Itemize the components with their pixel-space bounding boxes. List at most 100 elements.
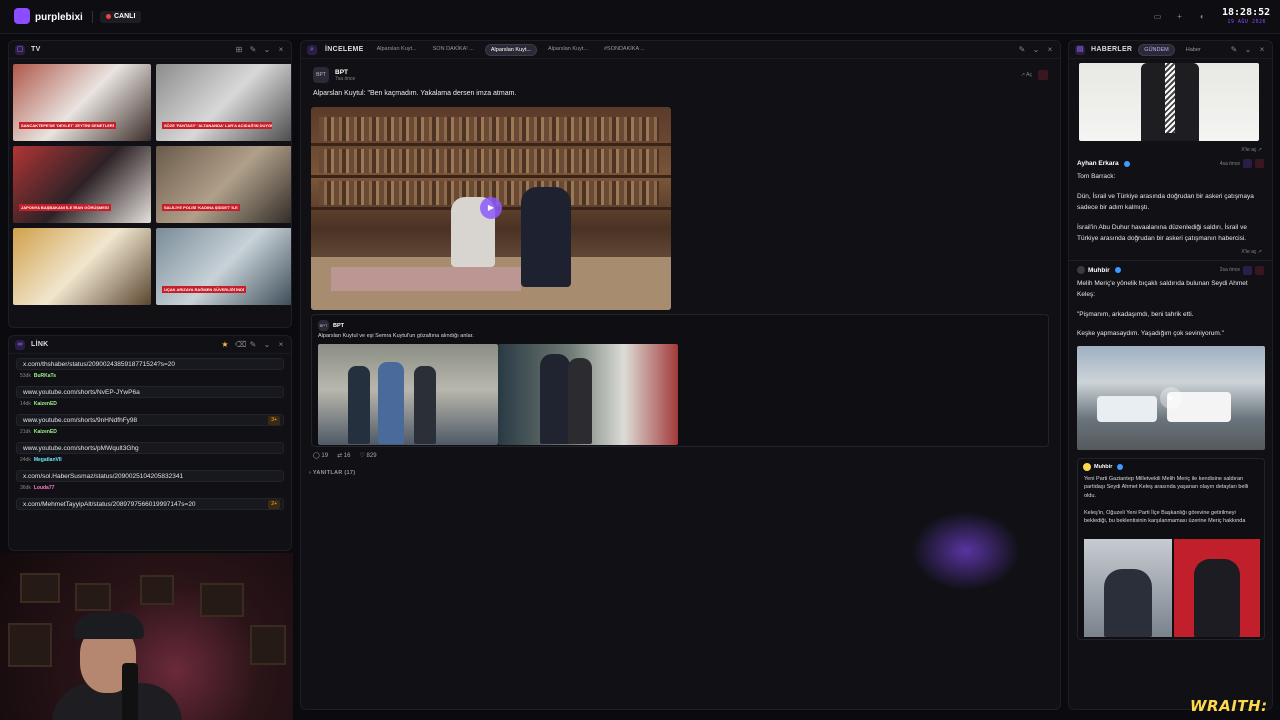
news-video[interactable]: ▶: [1077, 345, 1265, 450]
link-user[interactable]: MegatlanVII: [34, 457, 62, 463]
comment-stat[interactable]: ◯ 19: [313, 452, 328, 459]
quoted-post[interactable]: BPT BPT Alparslan Kuytul ve eşi Semra Ku…: [311, 314, 1049, 447]
window-icon[interactable]: ▭: [1150, 10, 1165, 24]
play-icon[interactable]: ▶: [480, 197, 502, 219]
chevron-down-icon[interactable]: ⌄: [1032, 45, 1040, 54]
close-icon[interactable]: ×: [277, 45, 285, 54]
quote-image-left[interactable]: [318, 344, 498, 445]
tv-channel-tile[interactable]: SANCAKTEPE'DE 'DEVLET' ZEYTİNİ SENETLERİ: [13, 64, 151, 141]
flag-icon[interactable]: [1255, 265, 1264, 275]
person: [1104, 568, 1152, 637]
x-open-link[interactable]: X'te aç ↗: [1069, 147, 1272, 153]
news-image-top[interactable]: [1079, 63, 1259, 141]
close-icon[interactable]: ×: [1258, 45, 1266, 54]
edit-icon[interactable]: ✎: [249, 340, 257, 349]
replies-toggle[interactable]: › YANITLAR (17): [309, 470, 355, 476]
news-author[interactable]: Muhbir: [1088, 267, 1110, 274]
chevron-down-icon[interactable]: ⌄: [1244, 45, 1252, 54]
edit-icon[interactable]: ✎: [249, 45, 257, 54]
open-link[interactable]: ↗ Aç: [1021, 72, 1032, 78]
link-panel-header: ∞ LİNK ★ ⌫ ✎ ⌄ ×: [9, 336, 291, 354]
chevron-down-icon[interactable]: ⌄: [263, 340, 271, 349]
play-icon[interactable]: ▶: [1160, 386, 1182, 409]
link-item[interactable]: x.com/thshaber/status/209002438591877152…: [16, 358, 284, 379]
plus-icon[interactable]: +: [1172, 10, 1187, 24]
link-url[interactable]: x.com/sol.HaberSusmaz/status/20900251042…: [16, 470, 284, 482]
tab-item[interactable]: Alparslan Kuyt...: [543, 44, 593, 56]
link-item[interactable]: www.youtube.com/shorts/NvEP-JYwP6a 14dk Ka…: [16, 386, 284, 407]
close-icon[interactable]: ×: [1046, 45, 1054, 54]
police-car: [1097, 395, 1157, 422]
retweet-stat[interactable]: ⇄ 16: [337, 452, 350, 459]
count-badge: 2+: [268, 500, 280, 509]
tv-channel-tile[interactable]: [13, 228, 151, 305]
tv-channel-tile[interactable]: UÇAK ARIZAYA RAĞMEN SÜVERLİĞİ İNDİ: [156, 228, 291, 305]
link-user[interactable]: BuRKaTs: [34, 373, 56, 379]
link-user[interactable]: Louda77: [34, 485, 55, 491]
like-stat[interactable]: ♡ 829: [359, 452, 376, 459]
post-stats: ◯ 19 ⇄ 16 ♡ 829: [313, 452, 377, 459]
news-line: İsrail'in Abu Duhur havaalanına düzenled…: [1077, 223, 1247, 243]
x-open-link[interactable]: X'te aç ↗: [1069, 249, 1272, 255]
tv-caption: SALİLİYE POLİSİ 'KADINA ŞİDDET' İLE: [162, 204, 240, 211]
tab-haber[interactable]: Haber: [1181, 45, 1206, 55]
link-item[interactable]: x.com/sol.HaberSusmaz/status/20900251042…: [16, 470, 284, 491]
quote-image-right[interactable]: [498, 344, 678, 445]
person: [540, 354, 570, 444]
link-item[interactable]: x.com/MehmetTayyipAlt/status/20897975660…: [16, 498, 284, 510]
link-url[interactable]: x.com/MehmetTayyipAlt/status/20897975660…: [16, 498, 284, 510]
tv-channel-tile[interactable]: JAPONYA BAŞBAKANI İLE İRAN GÖRÜŞMESİ: [13, 146, 151, 223]
purplebixi-logo-icon[interactable]: [14, 8, 30, 24]
quote-text: Alparslan Kuytul ve eşi Semra Kuytul'un …: [318, 333, 474, 339]
quote-image-left[interactable]: [1084, 538, 1172, 637]
live-badge[interactable]: CANLI: [100, 11, 142, 23]
haberler-controls: ✎ ⌄ ×: [1230, 45, 1266, 54]
tab-item[interactable]: Alparslan Kuyt...: [372, 44, 422, 56]
flag-icon[interactable]: [1038, 70, 1048, 80]
tab-gundem[interactable]: GÜNDEM: [1138, 43, 1175, 56]
tab-item[interactable]: #SONDAKİKA ...: [599, 44, 650, 56]
news-line: [1077, 320, 1264, 328]
tab-item[interactable]: SON DAKİKA! ...: [428, 44, 479, 56]
post-author[interactable]: BPT: [335, 69, 355, 76]
edit-icon[interactable]: ✎: [1230, 45, 1238, 54]
quote-image-right[interactable]: [1174, 538, 1260, 637]
avatar: BPT: [318, 320, 329, 331]
bookmark-icon[interactable]: [1243, 265, 1252, 275]
star-icon[interactable]: ★: [221, 340, 229, 349]
link-user[interactable]: KaizenED: [34, 401, 57, 407]
link-url[interactable]: www.youtube.com/shorts/NvEP-JYwP6a: [16, 386, 284, 398]
inceleme-panel: ⌕ İNCELEME Alparslan Kuyt... SON DAKİKA! …: [300, 40, 1061, 710]
link-url[interactable]: www.youtube.com/shorts/pMWqult3Ghg: [16, 442, 284, 454]
link-item[interactable]: www.youtube.com/shorts/9nHNdfhFy98 3+ 21dk…: [16, 414, 284, 435]
link-url[interactable]: x.com/thshaber/status/209002438591877152…: [16, 358, 284, 370]
verified-icon: [1114, 267, 1121, 273]
news-author[interactable]: Ayhan Erkara: [1077, 160, 1119, 167]
flag-icon[interactable]: [1255, 159, 1264, 168]
live-dot-icon: [106, 13, 111, 19]
news-item: Ayhan Erkara 4sa önce Tom Barrack: Dün, İ…: [1069, 159, 1272, 245]
chevron-down-icon[interactable]: ⌄: [263, 45, 271, 54]
bookmark-icon[interactable]: [1243, 159, 1252, 168]
tab-item[interactable]: Alparslan Kuyt...: [484, 43, 537, 56]
volume-icon[interactable]: ◖: [1194, 10, 1209, 24]
link-item[interactable]: www.youtube.com/shorts/pMWqult3Ghg 24dk Me…: [16, 442, 284, 463]
edit-icon[interactable]: ✎: [1018, 45, 1026, 54]
post-video[interactable]: ▶: [311, 107, 671, 310]
link-url[interactable]: www.youtube.com/shorts/9nHNdfhFy98 3+: [16, 414, 284, 426]
trash-icon[interactable]: ⌫: [235, 340, 246, 349]
quoted-news[interactable]: Muhbir Yeni Parti Gaziantep Milletvekili…: [1077, 457, 1265, 640]
tv-channel-tile[interactable]: SÖZE 'FANTASY' 'ALTANANDA' LAR'A ACIDAĞ'…: [156, 64, 291, 141]
wall-frame: [250, 625, 286, 665]
news-line: Melih Meriç'e yönelik bıçaklı saldırıda …: [1077, 279, 1248, 299]
tv-channel-tile[interactable]: SALİLİYE POLİSİ 'KADINA ŞİDDET' İLE: [156, 146, 291, 223]
webcam-overlay: [0, 553, 293, 720]
avatar[interactable]: BPT: [313, 67, 329, 83]
news-text: Tom Barrack: Dün, İsrail ve Türkiye arası…: [1077, 171, 1264, 245]
link-user[interactable]: KaizenED: [34, 429, 57, 435]
close-icon[interactable]: ×: [277, 340, 285, 349]
link-time: 21dk: [20, 429, 31, 435]
quote-text-2: Keleş'in, Oğuzeli Yeni Parti İlçe Başkan…: [1084, 509, 1246, 525]
wall-frame: [200, 583, 244, 617]
grid-icon[interactable]: ⊞: [235, 45, 243, 54]
